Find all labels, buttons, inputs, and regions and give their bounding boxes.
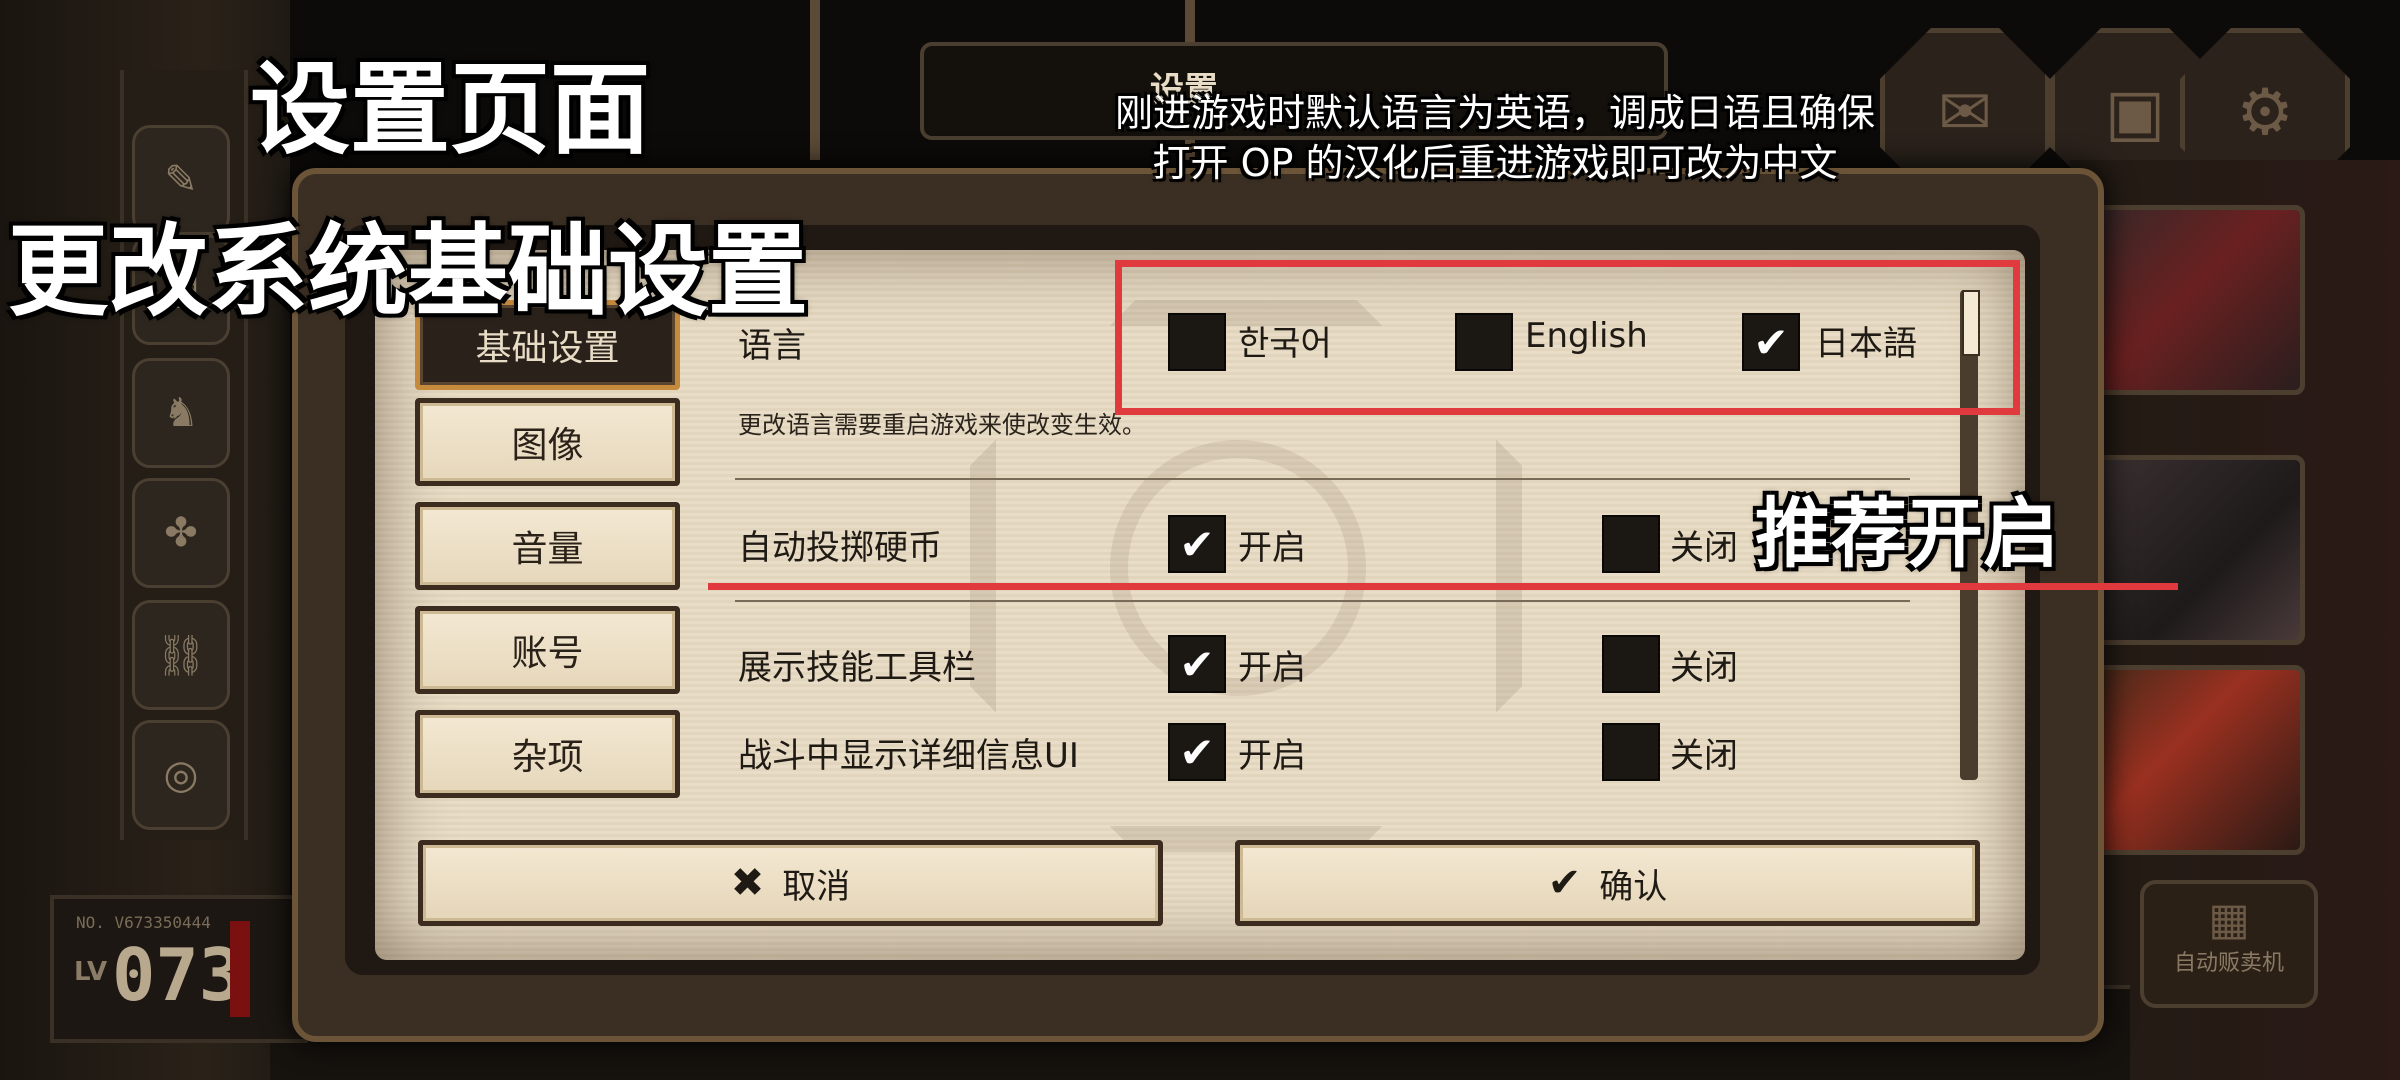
setting-label-battle-detail-ui: 战斗中显示详细信息UI xyxy=(738,736,1079,776)
auto-coin-on-label: 开启 xyxy=(1238,528,1306,568)
language-highlight-box xyxy=(1115,260,2020,415)
tab-account[interactable]: 账号 xyxy=(415,606,680,694)
vending-machine-icon: ▦ xyxy=(2208,894,2250,945)
battle-detail-on-label: 开启 xyxy=(1238,736,1306,776)
character-card[interactable] xyxy=(2095,455,2305,645)
cancel-button[interactable]: ✖ 取消 xyxy=(418,840,1163,926)
menu-dragon-icon[interactable]: ♞ xyxy=(132,358,230,468)
cancel-button-label: 取消 xyxy=(782,866,851,907)
tab-misc[interactable]: 杂项 xyxy=(415,710,680,798)
setting-label-skill-toolbar: 展示技能工具栏 xyxy=(738,648,976,688)
setting-label-auto-coin: 自动投掷硬币 xyxy=(738,528,942,568)
vending-machine-label: 自动贩卖机 xyxy=(2173,951,2284,976)
auto-coin-off-label: 关闭 xyxy=(1670,528,1738,568)
language-hint: 更改语言需要重启游戏来使改变生效。 xyxy=(738,411,1146,439)
game-screen: ✎ ▤ ♞ ✤ ⛓ ◎ 设置 ✉ ▣ ⚙ NO. V673350444 LV 0… xyxy=(0,0,2400,1080)
menu-rune-icon[interactable]: ✤ xyxy=(132,478,230,588)
skill-toolbar-off-label: 关闭 xyxy=(1670,648,1738,688)
tab-volume[interactable]: 音量 xyxy=(415,502,680,590)
overlay-language-note: 刚进游戏时默认语言为英语，调成日语且确保打开 OP 的汉化后重进游戏即可改为中文 xyxy=(1115,91,1876,185)
check-icon: ✔ xyxy=(1547,860,1582,906)
vending-machine-button[interactable]: ▦ 自动贩卖机 xyxy=(2140,880,2318,1008)
confirm-button-label: 确认 xyxy=(1599,866,1668,907)
player-level-badge: NO. V673350444 LV 073 xyxy=(50,895,308,1043)
close-icon: ✖ xyxy=(730,860,765,906)
player-lv-label: LV xyxy=(74,957,108,987)
confirm-button[interactable]: ✔ 确认 xyxy=(1235,840,1980,926)
divider xyxy=(735,600,1910,602)
battle-detail-off-checkbox[interactable] xyxy=(1602,723,1660,781)
tab-graphics[interactable]: 图像 xyxy=(415,398,680,486)
overlay-recommend-label: 推荐开启 xyxy=(1755,489,2059,578)
player-exp-bar xyxy=(230,921,250,1017)
skill-toolbar-on-label: 开启 xyxy=(1238,648,1306,688)
auto-coin-on-checkbox[interactable]: ✔ xyxy=(1168,515,1226,573)
chain-decoration xyxy=(810,0,820,160)
menu-chain-icon[interactable]: ⛓ xyxy=(132,600,230,710)
auto-coin-highlight-underline xyxy=(708,583,2178,590)
auto-coin-off-checkbox[interactable] xyxy=(1602,515,1660,573)
skill-toolbar-on-checkbox[interactable]: ✔ xyxy=(1168,635,1226,693)
player-level: 073 xyxy=(112,933,243,1017)
overlay-subtitle: 更改系统基础设置 xyxy=(8,213,808,330)
divider xyxy=(735,478,1910,480)
overlay-title: 设置页面 xyxy=(250,51,650,168)
character-card[interactable] xyxy=(2095,665,2305,855)
skill-toolbar-off-checkbox[interactable] xyxy=(1602,635,1660,693)
player-number: NO. V673350444 xyxy=(76,913,211,932)
menu-spiral-icon[interactable]: ◎ xyxy=(132,720,230,830)
character-card[interactable] xyxy=(2095,205,2305,395)
battle-detail-on-checkbox[interactable]: ✔ xyxy=(1168,723,1226,781)
battle-detail-off-label: 关闭 xyxy=(1670,736,1738,776)
